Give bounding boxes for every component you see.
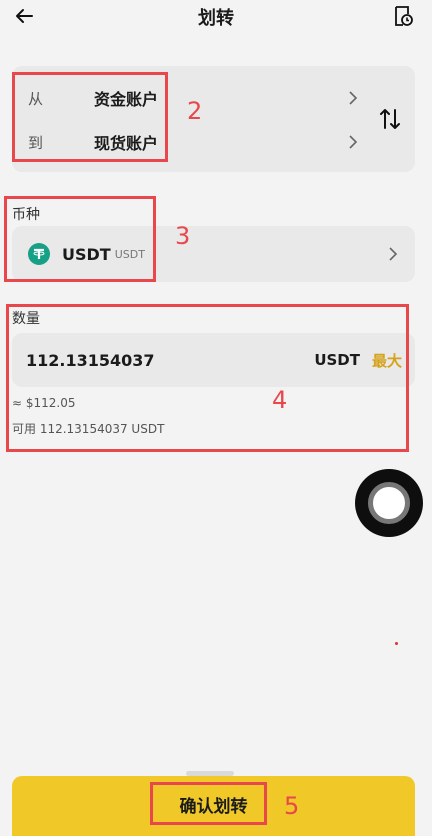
decorative-dot <box>395 642 398 645</box>
annotation-box-2 <box>12 72 168 162</box>
chevron-right-icon <box>349 135 358 149</box>
page-title: 划转 <box>198 8 234 29</box>
annotation-number-4: 4 <box>272 386 288 414</box>
annotation-number-2: 2 <box>187 97 203 125</box>
annotation-number-3: 3 <box>175 222 191 250</box>
annotation-box-4 <box>6 304 409 452</box>
chevron-right-icon <box>349 91 358 105</box>
swap-accounts-icon[interactable] <box>377 106 403 132</box>
chevron-right-icon <box>389 247 398 261</box>
annotation-number-5: 5 <box>284 792 300 820</box>
floating-assistive-button[interactable] <box>355 469 423 537</box>
transfer-history-icon[interactable] <box>392 5 414 27</box>
annotation-box-3 <box>4 196 156 282</box>
floating-button-inner <box>368 482 410 524</box>
annotation-box-5 <box>150 782 267 825</box>
